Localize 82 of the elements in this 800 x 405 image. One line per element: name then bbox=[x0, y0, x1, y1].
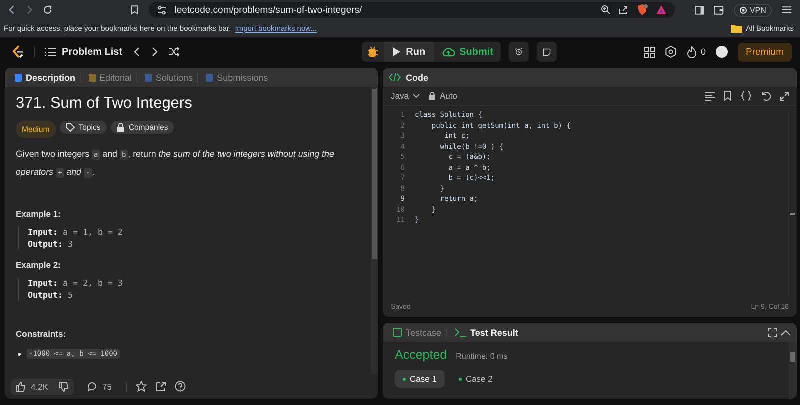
braces-icon[interactable] bbox=[741, 91, 752, 101]
terminal-icon bbox=[454, 328, 467, 337]
thumbs-down-icon bbox=[58, 382, 68, 392]
next-icon[interactable] bbox=[150, 47, 159, 57]
auto-mode-button[interactable]: Auto bbox=[428, 91, 458, 101]
zoom-icon[interactable] bbox=[600, 5, 611, 15]
site-settings-icon[interactable] bbox=[156, 6, 167, 14]
panel-tab[interactable]: Solutions bbox=[141, 72, 198, 82]
example-line: Output: 3 bbox=[28, 238, 74, 250]
problem-list-link[interactable]: Problem List bbox=[45, 46, 123, 58]
settings-icon[interactable] bbox=[664, 46, 677, 58]
logo-icon[interactable] bbox=[12, 45, 24, 59]
runtime-text: Runtime: 0 ms bbox=[456, 352, 508, 361]
wallet-icon[interactable] bbox=[714, 6, 724, 14]
list-icon bbox=[45, 48, 56, 56]
share-icon[interactable] bbox=[618, 5, 629, 15]
bullet-icon bbox=[18, 352, 21, 356]
alarm-clock-icon bbox=[515, 46, 524, 58]
panel-title: Code bbox=[406, 72, 428, 82]
vpn-button[interactable]: VPN bbox=[734, 4, 772, 16]
panel-tab[interactable]: Submissions bbox=[202, 72, 272, 82]
lion-shield-icon[interactable] bbox=[636, 4, 648, 16]
url-text: leetcode.com/problems/sum-of-two-integers/ bbox=[174, 4, 362, 16]
comments-button[interactable]: 75 bbox=[82, 378, 117, 394]
note-icon bbox=[543, 46, 552, 58]
triangle-icon[interactable] bbox=[656, 5, 667, 15]
bookmark-icon[interactable] bbox=[724, 91, 732, 101]
bookmark-icon[interactable] bbox=[131, 5, 139, 15]
menu-icon[interactable] bbox=[782, 6, 792, 14]
star-icon[interactable] bbox=[136, 381, 147, 392]
sidebar-icon[interactable] bbox=[694, 6, 704, 14]
thumbs-up-icon bbox=[16, 382, 26, 392]
cloud-upload-icon bbox=[442, 47, 455, 57]
previous-icon[interactable] bbox=[132, 47, 141, 57]
example-line: Input: a = 1, b = 2 bbox=[28, 227, 124, 238]
problem-title: 371. Sum of Two Integers bbox=[16, 95, 194, 113]
folder-icon bbox=[731, 24, 742, 33]
verdict-status: Accepted bbox=[395, 348, 448, 362]
premium-button[interactable]: Premium bbox=[738, 42, 792, 62]
format-icon[interactable] bbox=[705, 92, 715, 100]
example-line: Input: a = 2, b = 3 bbox=[28, 278, 124, 290]
scrollbar[interactable] bbox=[789, 342, 797, 399]
example-heading: Example 1: bbox=[16, 209, 62, 219]
streak-count: 0 bbox=[700, 47, 706, 57]
reload-icon[interactable] bbox=[43, 5, 54, 15]
back-icon[interactable] bbox=[8, 5, 16, 15]
run-button[interactable]: Run bbox=[384, 42, 434, 62]
example-heading: Example 2: bbox=[16, 260, 62, 270]
flame-icon[interactable] bbox=[686, 46, 697, 58]
panel-tab[interactable]: Description bbox=[11, 72, 81, 82]
code-icon bbox=[389, 73, 401, 82]
checkbox-icon bbox=[393, 328, 402, 337]
play-icon bbox=[392, 47, 402, 57]
scrollbar[interactable] bbox=[371, 87, 378, 374]
tag-icon bbox=[66, 123, 75, 132]
avatar[interactable] bbox=[716, 46, 728, 58]
collapse-icon[interactable] bbox=[781, 330, 791, 336]
lock-icon bbox=[428, 92, 436, 100]
case-tab[interactable]: Case 1 bbox=[395, 370, 445, 388]
example-line: Output: 5 bbox=[28, 290, 74, 301]
expand-icon[interactable] bbox=[780, 92, 789, 100]
vpn-icon bbox=[740, 6, 747, 14]
undo-icon[interactable] bbox=[761, 91, 771, 101]
case-tab[interactable]: Case 2 bbox=[450, 370, 501, 388]
constraints-heading: Constraints: bbox=[16, 329, 68, 339]
language-dropdown[interactable]: Java bbox=[391, 91, 420, 101]
panel-tab[interactable]: Editorial bbox=[84, 72, 138, 82]
debug-icon[interactable] bbox=[367, 46, 380, 58]
shuffle-icon[interactable] bbox=[168, 47, 180, 57]
help-icon[interactable] bbox=[174, 381, 186, 392]
lock-icon bbox=[116, 123, 125, 132]
comment-icon bbox=[88, 382, 98, 392]
layout-icon[interactable] bbox=[644, 46, 655, 58]
note-button[interactable] bbox=[537, 42, 558, 62]
fullscreen-icon[interactable] bbox=[768, 328, 777, 337]
address-bar[interactable]: leetcode.com/problems/sum-of-two-integers/ bbox=[148, 2, 675, 18]
panel-tab[interactable]: Test Result bbox=[450, 328, 522, 338]
external-link-icon[interactable] bbox=[156, 382, 166, 392]
alarm-clock-button[interactable] bbox=[509, 42, 530, 62]
scrollbar[interactable] bbox=[788, 110, 797, 297]
chevron-down-icon bbox=[412, 94, 420, 98]
panel-tab[interactable]: Testcase bbox=[389, 328, 447, 338]
